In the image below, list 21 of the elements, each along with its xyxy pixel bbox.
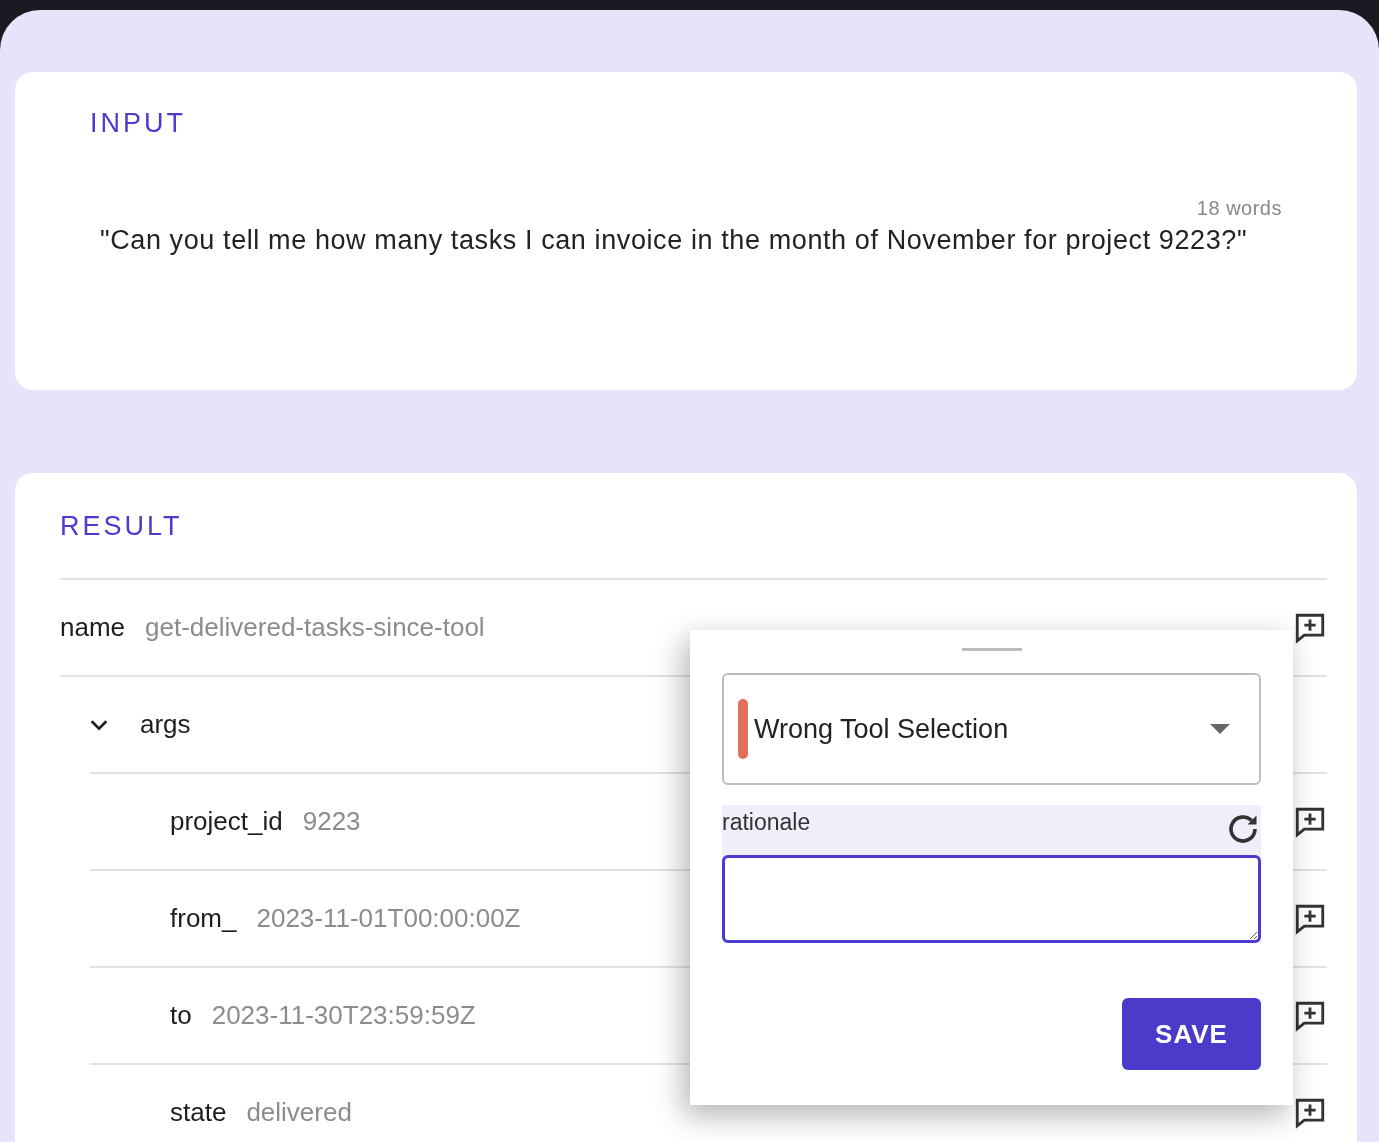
category-dropdown[interactable]: Wrong Tool Selection [722,673,1261,785]
field-key: state [170,1093,227,1132]
section-heading: INPUT [90,110,187,137]
field-key: from_ [170,899,237,938]
field-value: 9223 [302,805,361,838]
field-key: name [60,608,126,647]
field-key: to [170,996,192,1035]
field-key: project_id [170,802,283,841]
rationale-label: rationale [722,808,811,837]
field-value: delivered [246,1096,352,1129]
field-value: 2023-11-01T00:00:00Z [256,902,521,935]
word-count: 18 words [1195,196,1282,221]
input-text: "Can you tell me how many tasks I can invoice in the month of November for project 9223?" [100,224,1249,257]
dropdown-caret-icon [1209,723,1231,735]
rationale-field[interactable] [722,855,1261,943]
drag-handle[interactable] [961,648,1022,651]
section-heading: RESULT [60,513,184,540]
group-label: args [140,708,191,741]
field-value: get-delivered-tasks-since-tool [145,611,485,644]
save-button[interactable]: SAVE [1122,998,1261,1070]
field-value: 2023-11-30T23:59:59Z [211,999,476,1032]
